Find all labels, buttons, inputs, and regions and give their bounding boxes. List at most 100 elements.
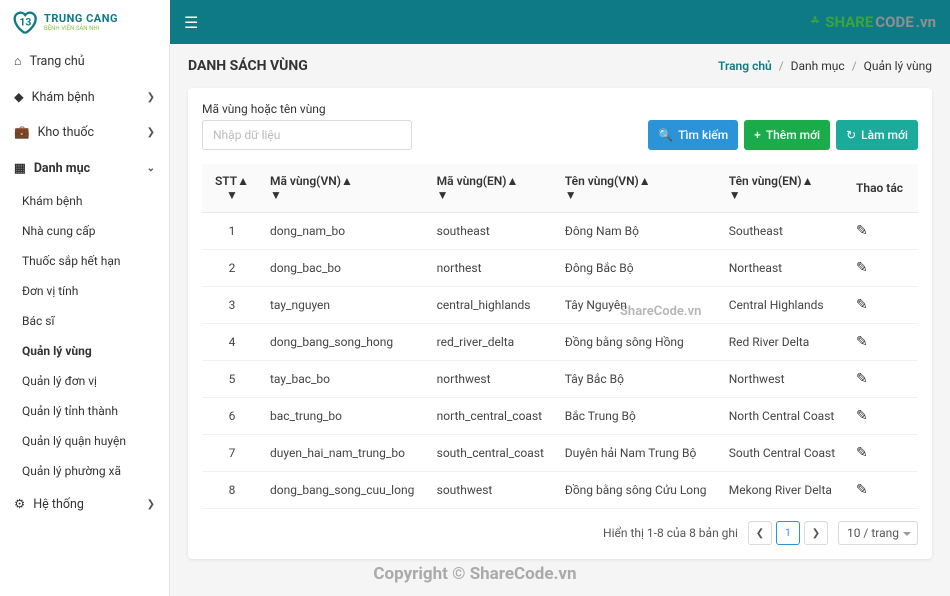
breadcrumb-current: Quản lý vùng (864, 59, 932, 73)
breadcrumb-cat[interactable]: Danh mục (791, 59, 845, 73)
cell-name-en: Red River Delta (721, 324, 848, 361)
recycle-icon (807, 14, 823, 30)
edit-icon[interactable]: ✎ (856, 260, 868, 276)
cell-name-vn: Đồng bằng sông Hồng (557, 324, 721, 361)
sidebar-sub-2[interactable]: Thuốc sắp hết hạn (0, 246, 169, 276)
sidebar-sub-9[interactable]: Quản lý phường xã (0, 456, 169, 486)
edit-icon[interactable]: ✎ (856, 445, 868, 461)
cell-stt: 4 (202, 324, 262, 361)
sidebar-item-label: Trang chủ (30, 54, 85, 69)
chevron-right-icon: ❯ (147, 127, 155, 138)
edit-icon[interactable]: ✎ (856, 297, 868, 313)
cell-name-en: North Central Coast (721, 398, 848, 435)
bag-icon: 💼 (14, 125, 30, 140)
sidebar-item-system[interactable]: ⚙Hệ thống ❯ (0, 486, 169, 522)
cell-code-en: southeast (429, 213, 557, 250)
cell-code-en: southwest (429, 472, 557, 509)
col-code-vn[interactable]: Mã vùng(VN)▲▼ (262, 164, 429, 213)
cell-name-vn: Tây Bắc Bộ (557, 361, 721, 398)
cell-code-en: northest (429, 250, 557, 287)
add-button[interactable]: +Thêm mới (744, 120, 830, 150)
sidebar-sub-6[interactable]: Quản lý đơn vị (0, 366, 169, 396)
search-button[interactable]: 🔍Tìm kiếm (648, 120, 738, 150)
sidebar-item-label: Kho thuốc (38, 125, 95, 140)
edit-icon[interactable]: ✎ (856, 371, 868, 387)
cell-code-vn: dong_nam_bo (262, 213, 429, 250)
table-row: 8dong_bang_song_cuu_longsouthwestĐồng bằ… (202, 472, 918, 509)
cell-code-en: south_central_coast (429, 435, 557, 472)
table-row: 4dong_bang_song_hongred_river_deltaĐồng … (202, 324, 918, 361)
cell-name-en: Central Highlands (721, 287, 848, 324)
cell-name-en: Mekong River Delta (721, 472, 848, 509)
heart-logo-icon: 13 (10, 8, 38, 36)
sidebar-item-label: Khám bệnh (32, 90, 95, 105)
grid-icon: ▦ (14, 160, 26, 176)
diamond-icon: ◆ (14, 89, 24, 105)
refresh-icon: ↻ (846, 128, 856, 142)
sidebar: ⌂Trang chủ◆Khám bệnh❯💼Kho thuốc❯▦Danh mụ… (0, 44, 170, 596)
plus-icon: + (754, 128, 761, 142)
sidebar-item-label: Danh mục (34, 161, 90, 176)
table-row: 6bac_trung_bonorth_central_coastBắc Trun… (202, 398, 918, 435)
table-row: 5tay_bac_bonorthwestTây Bắc BộNorthwest✎ (202, 361, 918, 398)
filter-label: Mã vùng hoặc tên vùng (202, 102, 412, 116)
app-logo[interactable]: 13 TRUNG CANG BỆNH VIỆN SẢN NHI (0, 0, 170, 44)
cell-stt: 2 (202, 250, 262, 287)
edit-icon[interactable]: ✎ (856, 223, 868, 239)
sidebar-item-1[interactable]: ◆Khám bệnh❯ (0, 79, 169, 115)
chevron-down-icon: ⌄ (147, 163, 155, 174)
pager-page-1[interactable]: 1 (776, 521, 800, 545)
sidebar-sub-4[interactable]: Bác sĩ (0, 306, 169, 336)
edit-icon[interactable]: ✎ (856, 482, 868, 498)
table-row: 2dong_bac_bonorthestĐông Bắc BộNortheast… (202, 250, 918, 287)
edit-icon[interactable]: ✎ (856, 408, 868, 424)
cell-code-vn: tay_bac_bo (262, 361, 429, 398)
sidebar-sub-3[interactable]: Đơn vị tính (0, 276, 169, 306)
col-name-vn[interactable]: Tên vùng(VN)▲▼ (557, 164, 721, 213)
search-icon: 🔍 (658, 128, 673, 142)
cell-code-vn: tay_nguyen (262, 287, 429, 324)
breadcrumb: Trang chủ / Danh mục / Quản lý vùng (718, 59, 932, 73)
cell-name-en: South Central Coast (721, 435, 848, 472)
col-stt[interactable]: STT▲▼ (202, 164, 262, 213)
filter-input[interactable] (202, 120, 412, 150)
cell-code-vn: dong_bang_song_cuu_long (262, 472, 429, 509)
pager-perpage-select[interactable]: 10 / trang (838, 521, 918, 545)
cell-name-vn: Đông Nam Bộ (557, 213, 721, 250)
sidebar-item-2[interactable]: 💼 Kho thuốc ❯ (0, 115, 169, 150)
breadcrumb-home[interactable]: Trang chủ (718, 59, 772, 73)
pager-prev[interactable]: ❮ (748, 521, 772, 545)
cell-name-vn: Tây Nguyên (557, 287, 721, 324)
refresh-button[interactable]: ↻Làm mới (836, 120, 918, 150)
cell-stt: 1 (202, 213, 262, 250)
cell-stt: 5 (202, 361, 262, 398)
sidebar-sub-5[interactable]: Quản lý vùng (0, 336, 169, 366)
cell-code-vn: dong_bac_bo (262, 250, 429, 287)
logo-sub: BỆNH VIỆN SẢN NHI (44, 25, 118, 32)
sidebar-sub-7[interactable]: Quản lý tỉnh thành (0, 396, 169, 426)
menu-toggle-icon[interactable]: ☰ (184, 13, 198, 32)
pager-info: Hiển thị 1-8 của 8 bản ghi (603, 526, 738, 540)
cell-name-vn: Đồng bằng sông Cửu Long (557, 472, 721, 509)
regions-table: STT▲▼ Mã vùng(VN)▲▼ Mã vùng(EN)▲▼ Tên vù… (202, 164, 918, 509)
col-actions: Thao tác (848, 164, 918, 213)
edit-icon[interactable]: ✎ (856, 334, 868, 350)
table-row: 7duyen_hai_nam_trung_bosouth_central_coa… (202, 435, 918, 472)
col-code-en[interactable]: Mã vùng(EN)▲▼ (429, 164, 557, 213)
sidebar-sub-8[interactable]: Quản lý quận huyện (0, 426, 169, 456)
cell-code-vn: bac_trung_bo (262, 398, 429, 435)
sidebar-item-3[interactable]: ▦ Danh mục ⌄ (0, 150, 169, 186)
cell-code-en: northwest (429, 361, 557, 398)
sidebar-item-0[interactable]: ⌂ Trang chủ (0, 44, 169, 79)
page-title: DANH SÁCH VÙNG (188, 58, 308, 74)
sidebar-sub-0[interactable]: Khám bệnh (0, 186, 169, 216)
svg-text:13: 13 (19, 16, 31, 29)
cell-name-en: Northeast (721, 250, 848, 287)
pager-next[interactable]: ❯ (804, 521, 828, 545)
cell-stt: 8 (202, 472, 262, 509)
home-icon: ⌂ (14, 54, 22, 69)
cell-name-en: Southeast (721, 213, 848, 250)
col-name-en[interactable]: Tên vùng(EN)▲▼ (721, 164, 848, 213)
sidebar-sub-1[interactable]: Nhà cung cấp (0, 216, 169, 246)
sharecode-logo: SHARECODE.vn (807, 13, 936, 31)
